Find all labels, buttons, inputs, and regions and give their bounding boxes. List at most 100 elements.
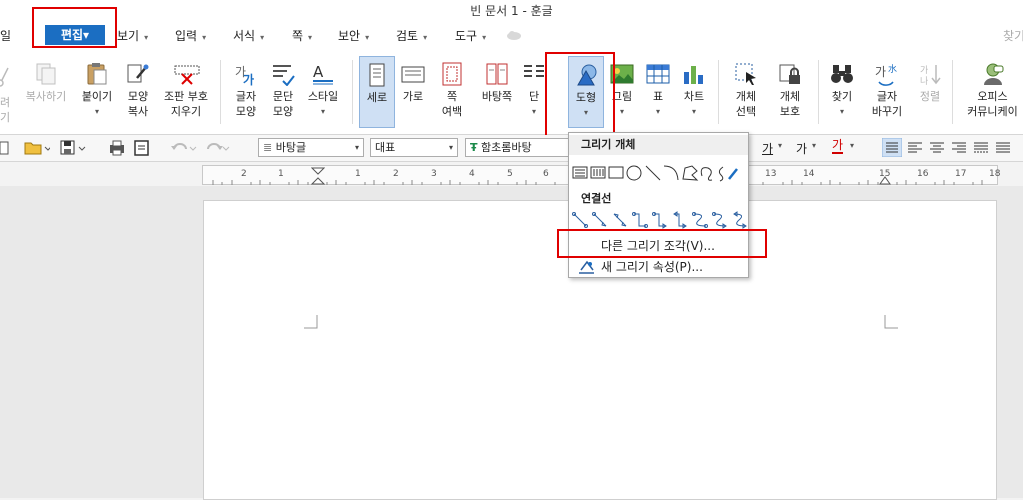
save-icon[interactable] <box>60 140 88 156</box>
connector-shapes-row[interactable] <box>571 211 749 231</box>
object-select-button[interactable]: 개체 선택 <box>726 56 766 128</box>
font-color-button[interactable]: 가 <box>832 139 844 154</box>
char-shape-label-1: 글자 <box>235 90 257 103</box>
menu-security[interactable]: 보안 ▾ <box>338 27 369 44</box>
clear-code-icon <box>174 62 200 86</box>
print-icon[interactable] <box>108 140 128 156</box>
chevron-down-icon: ▾ <box>260 33 265 42</box>
menu-item-new-drawing-props[interactable]: 새 그리기 속성(P)... <box>569 257 748 277</box>
background-page-label: 바탕쪽 <box>481 90 513 103</box>
column-button[interactable]: 단 ▾ <box>520 56 548 128</box>
chart-label: 차트 <box>683 90 705 103</box>
table-button[interactable]: 표 ▾ <box>644 56 672 128</box>
new-doc-icon[interactable] <box>0 141 14 155</box>
ruler-indent-marker-icon[interactable] <box>311 167 325 185</box>
chevron-down-icon[interactable]: ▾ <box>850 141 854 150</box>
scissors-icon <box>0 67 9 87</box>
cut-label-2: 기 <box>0 111 11 124</box>
copy-button[interactable]: 복사하기 <box>20 56 72 128</box>
style-label: 스타일 <box>307 90 339 103</box>
copy-label: 복사하기 <box>25 90 67 103</box>
menu-security-label: 보안 <box>338 29 361 43</box>
office-communicator-button[interactable]: 오피스 커뮤니케이 <box>962 56 1023 128</box>
char-underline-button[interactable]: 가 <box>762 140 773 157</box>
char-shape-icon: 가가 <box>234 62 258 87</box>
margin-label-2: 여백 <box>441 105 463 118</box>
margin-icon <box>440 62 464 86</box>
landscape-button[interactable]: 가로 <box>397 56 429 128</box>
cut-button[interactable]: 려 기 <box>0 56 14 128</box>
svg-text:A: A <box>313 63 324 81</box>
align-center-icon[interactable] <box>929 141 945 155</box>
arrange-label: 정렬 <box>919 90 941 103</box>
paste-button[interactable]: 붙이기 ▾ <box>77 56 117 128</box>
replace-icon: 가水 <box>875 62 899 86</box>
menu-bar: 일 편집▾ 보기 ▾ 입력 ▾ 서식 ▾ 쪽 ▾ 보안 ▾ 검토 ▾ 도구 ▾ 찾기 <box>0 20 1023 50</box>
style-button[interactable]: A 스타일 ▾ <box>302 56 344 128</box>
margin-button[interactable]: 쪽 여백 <box>432 56 472 128</box>
chevron-down-icon[interactable]: ▾ <box>778 141 782 150</box>
font-combo[interactable]: Ŧ 함초롬바탕 <box>465 138 569 157</box>
open-folder-icon[interactable] <box>24 140 50 156</box>
undo-icon[interactable] <box>170 140 198 156</box>
replace-button[interactable]: 가水 글자 바꾸기 <box>862 56 912 128</box>
object-select-icon <box>734 62 758 86</box>
align-right-icon[interactable] <box>951 141 967 155</box>
arrange-button[interactable]: 가나 정렬 <box>914 56 946 128</box>
portrait-label: 세로 <box>366 91 388 104</box>
ruler-right-indent-icon[interactable] <box>879 175 891 185</box>
menu-item-new-drawing-props-label: 새 그리기 속성(P)... <box>601 260 703 274</box>
menu-format[interactable]: 서식 ▾ <box>233 27 264 44</box>
object-protect-label-1: 개체 <box>779 90 801 103</box>
format-painter-icon <box>126 62 150 86</box>
chevron-down-icon: ▾ <box>482 33 487 42</box>
portrait-page-icon <box>365 63 389 87</box>
style-combo-value: 바탕글 <box>275 141 307 154</box>
para-shape-label-2: 모양 <box>272 105 294 118</box>
style-combo[interactable]: ≣ 바탕글 ▾ <box>258 138 364 157</box>
format-copy-button[interactable]: 모양 복사 <box>120 56 156 128</box>
portrait-button[interactable]: 세로 <box>359 56 395 128</box>
drawing-shapes-row[interactable] <box>571 163 749 183</box>
column-icon <box>522 62 546 86</box>
chevron-down-icon: ▾ <box>423 33 428 42</box>
column-label: 단 <box>528 90 540 103</box>
drawing-properties-icon <box>579 260 594 274</box>
menu-review[interactable]: 검토 ▾ <box>396 27 427 44</box>
cut-label-1: 려 <box>0 96 11 109</box>
char-strike-button[interactable]: 가 <box>796 140 807 157</box>
language-combo[interactable]: 대표 ▾ <box>370 138 458 157</box>
object-protect-button[interactable]: 개체 보호 <box>770 56 810 128</box>
chevron-down-icon: ▾ <box>308 33 313 42</box>
find-button[interactable]: 찾기 ▾ <box>826 56 858 128</box>
char-shape-button[interactable]: 가가 글자 모양 <box>228 56 264 128</box>
chevron-down-icon: ▾ <box>365 33 370 42</box>
menu-view[interactable]: 보기 ▾ <box>117 27 148 44</box>
preview-icon[interactable] <box>134 140 150 156</box>
svg-text:水: 水 <box>888 63 897 75</box>
chevron-down-icon: ▾ <box>320 107 325 116</box>
menu-format-label: 서식 <box>233 29 256 43</box>
char-shape-label-2: 모양 <box>235 105 257 118</box>
menu-insert[interactable]: 입력 ▾ <box>175 27 206 44</box>
format-copy-label-1: 모양 <box>127 90 149 103</box>
object-select-label-2: 선택 <box>735 105 757 118</box>
chart-button[interactable]: 차트 ▾ <box>678 56 710 128</box>
align-distribute-icon[interactable] <box>973 141 989 155</box>
background-page-button[interactable]: 바탕쪽 <box>476 56 518 128</box>
find-label[interactable]: 찾기 <box>1003 27 1023 44</box>
align-left-icon[interactable] <box>907 141 923 155</box>
menu-file-partial[interactable]: 일 <box>0 27 11 44</box>
svg-text:나: 나 <box>920 76 928 86</box>
align-divide-icon[interactable] <box>995 141 1011 155</box>
menu-page[interactable]: 쪽 ▾ <box>292 27 312 44</box>
chevron-down-icon[interactable]: ▾ <box>812 141 816 150</box>
landscape-page-icon <box>401 62 425 86</box>
font-combo-value: 함초롬바탕 <box>481 141 532 154</box>
menu-tools[interactable]: 도구 ▾ <box>455 27 486 44</box>
redo-icon[interactable] <box>204 140 230 156</box>
window-title: 빈 문서 1 - 훈글 <box>470 4 553 18</box>
para-shape-button[interactable]: 문단 모양 <box>266 56 300 128</box>
align-justify-icon[interactable] <box>882 138 902 157</box>
clear-code-button[interactable]: 조판 부호 지우기 <box>160 56 212 128</box>
